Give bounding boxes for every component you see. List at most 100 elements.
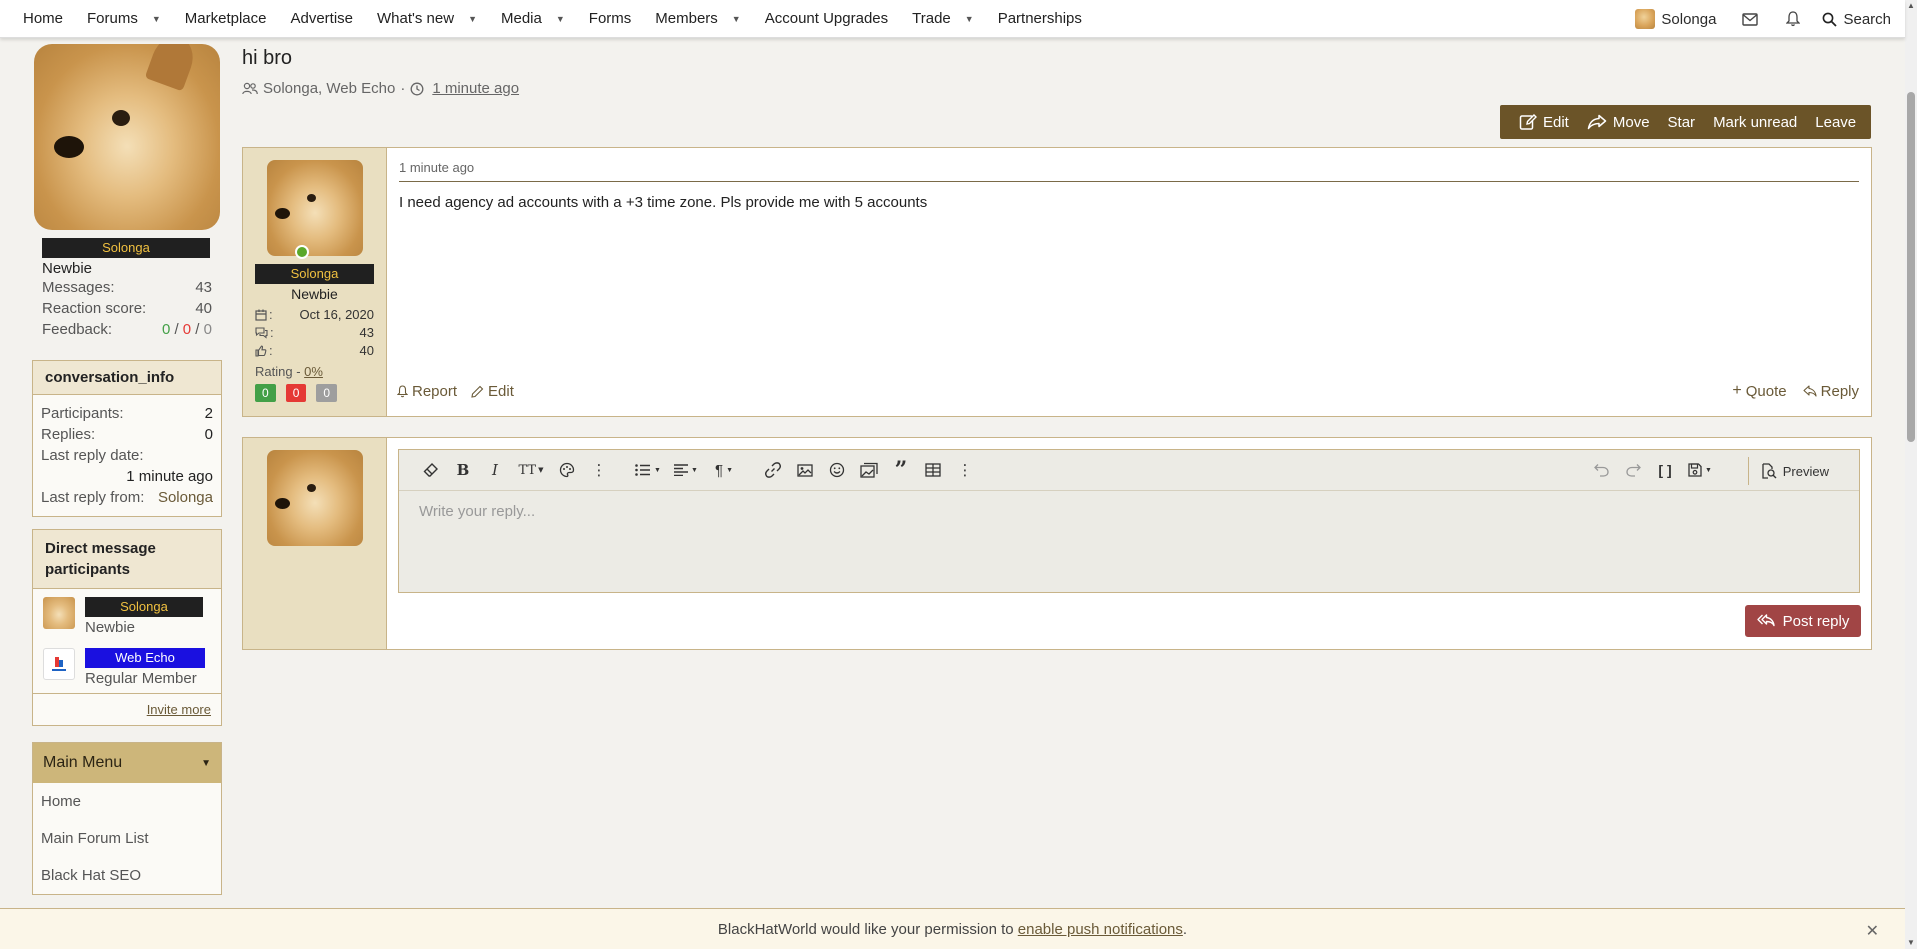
more-vertical-icon[interactable]: ⋮ (949, 454, 981, 486)
quote-button[interactable]: + Quote (1732, 382, 1786, 400)
neutral-feedback-badge[interactable]: 0 (316, 384, 338, 402)
reply-button[interactable]: Reply (1803, 382, 1859, 400)
participant-name[interactable]: Web Echo (85, 648, 205, 668)
bell-icon (397, 384, 408, 397)
menu-item-black-hat-seo[interactable]: Black Hat SEO (33, 857, 221, 894)
message-post: Solonga Newbie : Oct 16, 2020 : 43 : 40 … (242, 147, 1872, 417)
scroll-up-icon[interactable]: ▲ (1907, 2, 1915, 10)
scroll-down-icon[interactable]: ▼ (1907, 939, 1915, 947)
nav-item-media[interactable]: Media ▼ (489, 0, 577, 38)
quote-icon[interactable]: ” (885, 454, 917, 486)
post-reply-button[interactable]: Post reply (1745, 605, 1861, 637)
nav-item-members[interactable]: Members ▼ (643, 0, 752, 38)
nav-item-marketplace[interactable]: Marketplace (173, 0, 279, 38)
preview-button[interactable]: Preview (1747, 457, 1841, 485)
profile-avatar-large[interactable] (34, 44, 220, 230)
post-username-badge[interactable]: Solonga (255, 264, 374, 284)
feedback-negative[interactable]: 0 (183, 321, 191, 338)
move-button[interactable]: Move (1578, 114, 1659, 131)
editor-right-tools: [ ] ▼ (1585, 454, 1719, 486)
close-icon[interactable]: ✕ (1866, 921, 1879, 941)
conversation-participants[interactable]: Solonga, Web Echo (263, 80, 395, 97)
more-vertical-icon[interactable]: ⋮ (583, 454, 615, 486)
stat-feedback: Feedback: 0 / 0 / 0 (42, 321, 212, 338)
bbcode-icon[interactable]: [ ] (1649, 454, 1681, 486)
messages-icon (255, 327, 268, 339)
post-date[interactable]: 1 minute ago (399, 160, 1859, 182)
menu-item-home[interactable]: Home (33, 783, 221, 820)
chevron-down-icon[interactable]: ▼ (468, 14, 477, 24)
report-button[interactable]: Report (397, 382, 457, 400)
link-icon[interactable] (757, 454, 789, 486)
feedback-neutral[interactable]: 0 (204, 321, 212, 338)
list-icon[interactable]: ▼ (629, 454, 667, 486)
star-button[interactable]: Star (1659, 114, 1705, 131)
username-badge[interactable]: Solonga (42, 238, 210, 258)
edit-button[interactable]: Edit (1510, 113, 1578, 131)
align-icon[interactable]: ▼ (667, 454, 705, 486)
chevron-down-icon[interactable]: ▼ (965, 14, 974, 24)
nav-item-label: Advertise (290, 10, 354, 27)
nav-item-what-s-new[interactable]: What's new ▼ (365, 0, 489, 38)
undo-icon[interactable] (1585, 454, 1617, 486)
save-draft-icon[interactable]: ▼ (1681, 454, 1719, 486)
menu-item-main-forum-list[interactable]: Main Forum List (33, 820, 221, 857)
invite-more-link[interactable]: Invite more (33, 693, 221, 725)
scrollbar-thumb[interactable] (1907, 92, 1915, 442)
nav-item-forums[interactable]: Forums ▼ (75, 0, 173, 38)
rating-link[interactable]: 0% (304, 364, 323, 379)
positive-feedback-badge[interactable]: 0 (255, 384, 276, 402)
nav-user-menu[interactable]: Solonga (1623, 9, 1728, 29)
italic-icon[interactable]: I (479, 454, 511, 486)
reply-input[interactable]: Write your reply... (399, 490, 1859, 592)
conversation-time[interactable]: 1 minute ago (432, 80, 519, 97)
info-last-reply-date-label: Last reply date: (41, 447, 144, 464)
chevron-down-icon[interactable]: ▼ (732, 14, 741, 24)
chevron-down-icon[interactable]: ▼ (152, 14, 161, 24)
smiley-icon[interactable] (821, 454, 853, 486)
reply-avatar[interactable] (267, 450, 363, 546)
main-menu-header[interactable]: Main Menu ▼ (33, 743, 221, 783)
avatar-nose (274, 208, 290, 219)
page-scrollbar[interactable]: ▲ ▼ (1905, 0, 1917, 949)
clear-format-icon[interactable] (415, 454, 447, 486)
nav-item-partnerships[interactable]: Partnerships (986, 0, 1094, 38)
color-palette-icon[interactable] (551, 454, 583, 486)
nav-item-trade[interactable]: Trade ▼ (900, 0, 986, 38)
nav-item-account-upgrades[interactable]: Account Upgrades (753, 0, 900, 38)
avatar-eye (307, 484, 316, 492)
mark-unread-button[interactable]: Mark unread (1704, 114, 1806, 131)
bold-icon[interactable]: B (447, 454, 479, 486)
last-reply-user-link[interactable]: Solonga (158, 487, 213, 508)
post-edit-button[interactable]: Edit (471, 382, 514, 400)
nav-item-home[interactable]: Home (11, 0, 75, 38)
chevron-down-icon[interactable]: ▼ (556, 14, 565, 24)
leave-button[interactable]: Leave (1806, 114, 1865, 131)
media-icon[interactable] (853, 454, 885, 486)
nav-item-advertise[interactable]: Advertise (278, 0, 365, 38)
paragraph-icon[interactable]: ¶ ▼ (705, 454, 743, 486)
feedback-positive[interactable]: 0 (162, 321, 170, 338)
redo-icon[interactable] (1617, 454, 1649, 486)
enable-push-link[interactable]: enable push notifications (1018, 921, 1183, 938)
nav-item-forms[interactable]: Forms (577, 0, 644, 38)
participant-avatar[interactable] (43, 648, 75, 680)
font-size-icon[interactable]: TT ▼ (511, 454, 551, 486)
inbox-icon[interactable] (1728, 0, 1772, 38)
post-avatar[interactable] (266, 160, 363, 256)
table-icon[interactable] (917, 454, 949, 486)
conversation-meta: Solonga, Web Echo · 1 minute ago (242, 80, 519, 97)
nav-username: Solonga (1661, 10, 1717, 28)
participant-name[interactable]: Solonga (85, 597, 203, 617)
search-button[interactable]: Search (1814, 11, 1905, 28)
search-label: Search (1843, 10, 1891, 28)
feedback-badges: 0 0 0 (255, 384, 374, 402)
participant-avatar[interactable] (43, 597, 75, 629)
participant-title: Newbie (85, 619, 136, 636)
search-icon (1823, 12, 1838, 27)
bell-icon[interactable] (1772, 0, 1814, 38)
clock-icon (410, 82, 424, 95)
negative-feedback-badge[interactable]: 0 (285, 384, 307, 402)
image-icon[interactable] (789, 454, 821, 486)
chevron-down-icon: ▼ (201, 757, 211, 769)
